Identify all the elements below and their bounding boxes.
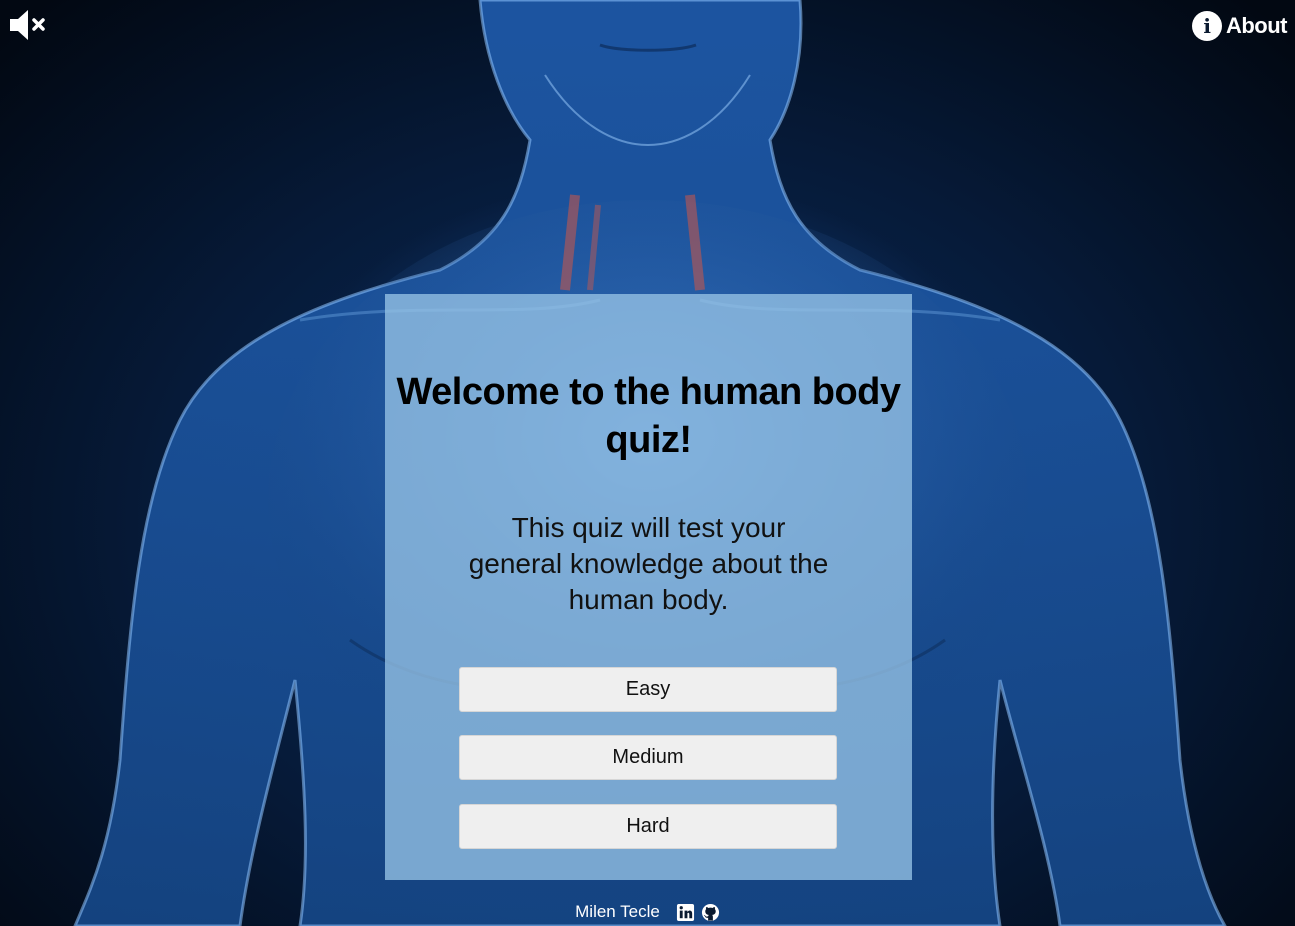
welcome-card: Welcome to the human body quiz! This qui…	[385, 294, 912, 880]
author-name: Milen Tecle	[575, 902, 660, 921]
quiz-description: This quiz will test your general knowled…	[468, 512, 829, 615]
linkedin-icon[interactable]	[676, 903, 695, 922]
medium-button[interactable]: Medium	[459, 735, 837, 780]
footer: Milen Tecle	[0, 902, 1295, 922]
hard-button[interactable]: Hard	[459, 804, 837, 849]
info-icon: i	[1191, 11, 1222, 41]
easy-button[interactable]: Easy	[459, 667, 837, 712]
about-button[interactable]: i About	[1191, 9, 1288, 43]
page-title: Welcome to the human body quiz!	[396, 371, 901, 461]
github-icon[interactable]	[701, 903, 720, 922]
about-label: About	[1225, 13, 1288, 38]
mute-toggle-button[interactable]	[8, 8, 48, 42]
mute-icon	[10, 10, 45, 40]
